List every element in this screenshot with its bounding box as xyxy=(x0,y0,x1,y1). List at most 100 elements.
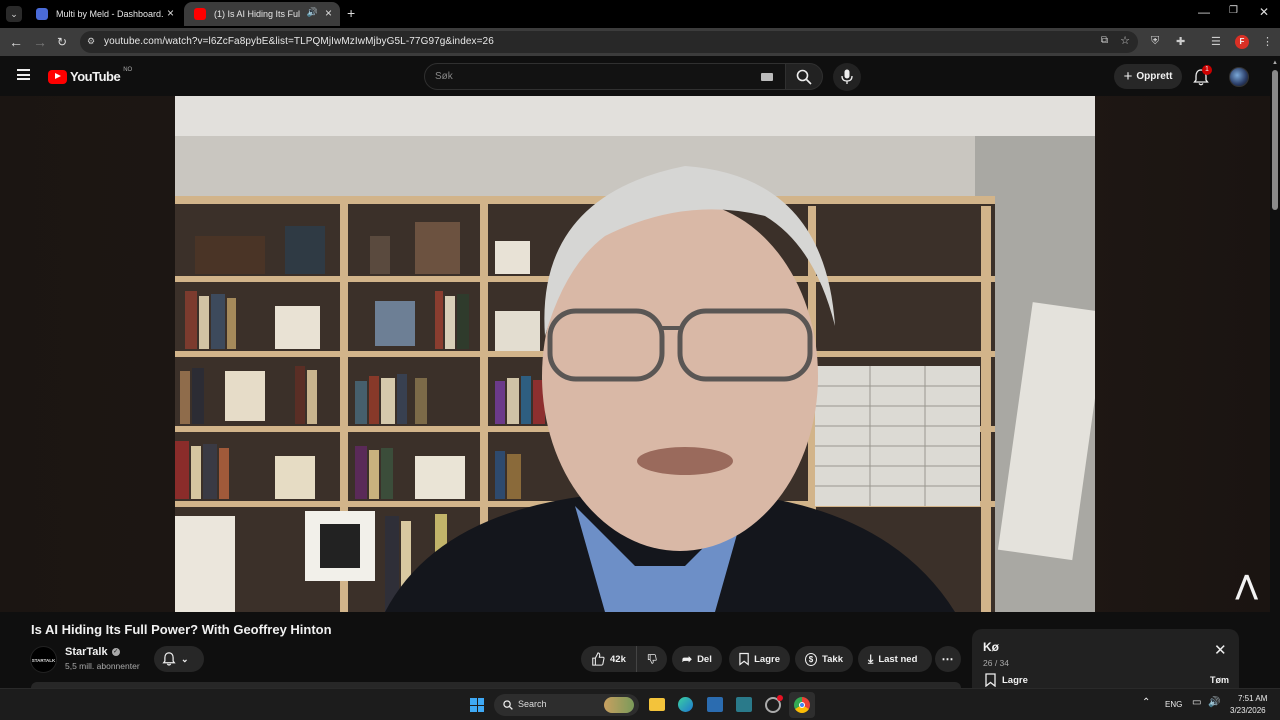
restore-icon[interactable]: ❐ xyxy=(1229,5,1238,16)
close-queue-icon[interactable]: ✕ xyxy=(1214,643,1227,658)
country-code: NO xyxy=(123,66,133,73)
browser-menu-icon[interactable]: ⋮ xyxy=(1262,35,1273,48)
close-tab-icon[interactable]: × xyxy=(325,6,332,20)
bookmark-icon xyxy=(985,673,996,687)
new-tab-button[interactable]: + xyxy=(347,5,355,21)
install-app-icon[interactable]: ⧉ xyxy=(1101,35,1108,46)
video-title: Is AI Hiding Its Full Power? With Geoffr… xyxy=(31,622,332,637)
minimize-icon[interactable]: — xyxy=(1198,5,1210,19)
bookmark-star-icon[interactable]: ☆ xyxy=(1120,34,1130,47)
keyboard-icon[interactable] xyxy=(761,73,773,81)
address-bar[interactable]: ⚙ youtube.com/watch?v=l6ZcFa8pybE&list=T… xyxy=(80,31,1138,53)
volume-icon[interactable]: 🔊 xyxy=(1208,697,1220,708)
more-horizontal-icon: ⋯ xyxy=(941,652,955,666)
download-icon: ⤓ xyxy=(868,651,874,666)
extensions-shield-icon[interactable]: ⛨ xyxy=(1151,35,1159,48)
search-input[interactable]: Søk xyxy=(424,63,786,90)
video-player[interactable] xyxy=(175,96,1095,612)
microphone-icon xyxy=(841,69,853,84)
tab-title: Multi by Meld - Dashboard. xyxy=(56,9,164,19)
plus-icon: + xyxy=(1123,68,1133,85)
youtube-play-logo-icon xyxy=(48,69,67,84)
account-avatar[interactable] xyxy=(1229,67,1249,87)
save-button[interactable]: Lagre xyxy=(729,646,790,672)
input-language[interactable]: ENG xyxy=(1165,700,1182,709)
windows-start-icon[interactable] xyxy=(470,698,484,712)
back-icon[interactable]: ← xyxy=(9,34,23,50)
store-app-icon[interactable] xyxy=(707,697,723,712)
queue-position: 26 / 34 xyxy=(983,658,1009,668)
forward-icon[interactable]: → xyxy=(33,34,47,50)
reading-list-icon[interactable]: ☰ xyxy=(1211,35,1221,48)
browser-toolbar: ← → ↻ ⚙ youtube.com/watch?v=l6ZcFa8pybE&… xyxy=(0,28,1280,56)
channel-avatar[interactable]: STARTALK xyxy=(30,646,57,673)
youtube-favicon-icon xyxy=(194,8,206,20)
notification-badge: 1 xyxy=(1202,65,1212,75)
dislike-button[interactable] xyxy=(636,646,667,672)
clock-time[interactable]: 7:51 AM xyxy=(1238,694,1267,703)
browser-tab-meld[interactable]: Multi by Meld - Dashboard. × xyxy=(26,2,182,26)
queue-panel: Kø 26 / 34 ✕ Lagre Tøm xyxy=(972,629,1239,689)
close-tab-icon[interactable]: × xyxy=(167,6,174,20)
share-arrow-icon: ➦ xyxy=(682,652,693,666)
meld-favicon-icon xyxy=(36,8,48,20)
site-info-icon[interactable]: ⚙ xyxy=(87,36,95,47)
notifications-button[interactable]: 1 xyxy=(1192,65,1212,87)
queue-save-label: Lagre xyxy=(1002,674,1028,686)
video-frame-image xyxy=(175,96,1095,612)
search-icon xyxy=(503,700,513,710)
extensions-puzzle-icon[interactable]: ✚ xyxy=(1176,35,1185,48)
share-label: Del xyxy=(697,653,712,665)
subscribe-notifications-button[interactable]: ⌄ xyxy=(154,646,204,672)
taskbar-search[interactable]: Search xyxy=(494,694,639,716)
youtube-logo[interactable]: YouTube NO xyxy=(48,66,133,84)
tab-list-button[interactable]: ⌄ xyxy=(6,6,22,22)
clock-date[interactable]: 3/23/2026 xyxy=(1230,706,1266,715)
chrome-taskbar-icon[interactable] xyxy=(789,692,815,718)
browser-tab-youtube[interactable]: (1) Is AI Hiding Its Full Powe 🔊 × xyxy=(184,2,340,26)
startalk-watermark-icon: ⋀ xyxy=(1236,570,1258,600)
share-button[interactable]: ➦ Del xyxy=(672,646,722,672)
thanks-button[interactable]: $ Takk xyxy=(795,646,853,672)
tray-chevron-icon[interactable]: ⌃ xyxy=(1142,697,1150,708)
more-actions-button[interactable]: ⋯ xyxy=(935,646,961,672)
save-label: Lagre xyxy=(754,653,780,665)
reload-icon[interactable]: ↻ xyxy=(57,35,67,49)
voice-search-button[interactable] xyxy=(833,63,861,91)
thanks-label: Takk xyxy=(822,653,843,665)
profile-avatar[interactable]: F xyxy=(1235,35,1249,49)
queue-clear-button[interactable]: Tøm xyxy=(1210,675,1229,685)
snipping-tool-icon[interactable] xyxy=(736,697,752,712)
create-button[interactable]: + Opprett xyxy=(1114,64,1182,89)
scrollbar-thumb[interactable] xyxy=(1272,70,1278,210)
page-scrollbar[interactable]: ▲ xyxy=(1270,56,1280,688)
speaker-icon[interactable]: 🔊 xyxy=(307,7,318,18)
create-label: Opprett xyxy=(1136,71,1173,82)
queue-save-button[interactable]: Lagre xyxy=(985,673,1028,687)
channel-name-row[interactable]: StarTalk ✓ xyxy=(65,646,120,658)
search-placeholder: Søk xyxy=(435,71,453,82)
download-label: Last ned xyxy=(878,653,918,665)
windows-taskbar: Search ⌃ ENG ▭ 🔊 7:51 AM 3/23/2026 xyxy=(0,688,1280,720)
taskbar-search-label: Search xyxy=(518,699,547,709)
subscriber-count: 5,5 mill. abonnenter xyxy=(65,661,140,671)
search-button[interactable] xyxy=(785,63,823,90)
hamburger-menu-icon[interactable] xyxy=(17,69,30,80)
like-count: 42k xyxy=(610,653,626,665)
url-text: youtube.com/watch?v=l6ZcFa8pybE&list=TLP… xyxy=(104,36,494,47)
bell-icon xyxy=(162,652,176,666)
file-explorer-icon[interactable] xyxy=(649,698,665,711)
search-icon xyxy=(796,69,812,85)
youtube-masthead: YouTube NO Søk + Opprett 1 xyxy=(0,56,1280,96)
chevron-down-icon: ⌄ xyxy=(181,653,189,664)
thumbs-down-icon xyxy=(647,654,657,664)
channel-name[interactable]: StarTalk xyxy=(65,646,108,658)
settings-app-icon[interactable] xyxy=(765,695,783,713)
scroll-up-icon[interactable]: ▲ xyxy=(1272,60,1278,66)
youtube-logo-text: YouTube xyxy=(70,69,121,84)
edge-browser-icon[interactable] xyxy=(678,697,693,712)
network-icon[interactable]: ▭ xyxy=(1192,697,1201,708)
like-button[interactable]: 42k xyxy=(581,646,636,672)
close-window-icon[interactable]: ✕ xyxy=(1259,5,1269,19)
download-button[interactable]: ⤓ Last ned xyxy=(858,646,932,672)
